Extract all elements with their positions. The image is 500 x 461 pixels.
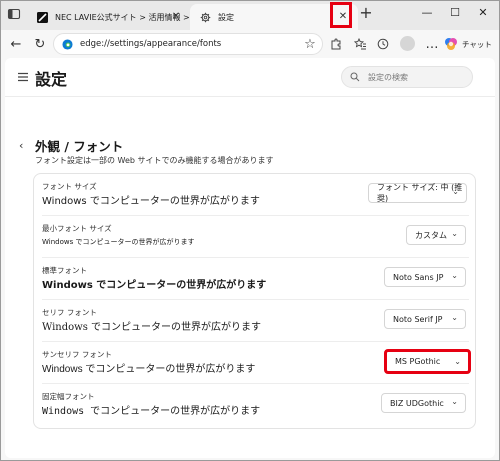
search-icon — [350, 72, 360, 82]
extensions-button[interactable] — [325, 33, 347, 55]
standard-font-row: 標準フォント Windows でコンピューターの世界が広がります Noto Sa… — [34, 258, 477, 300]
history-button[interactable] — [372, 33, 394, 55]
tab-nec-lavie[interactable]: NEC LAVIE公式サイト > 活用情報 > ✕ — [27, 4, 189, 30]
minimize-button[interactable]: — — [419, 5, 435, 21]
section-description: フォント設定は一部の Web サイトでのみ機能する場合があります — [35, 156, 274, 165]
page-title: 設定 — [35, 70, 68, 89]
font-sample: Windows でコンピューターの世界が広がります — [42, 280, 267, 291]
select-value: Noto Sans JP — [393, 272, 444, 282]
close-tab-icon[interactable]: ✕ — [169, 10, 183, 24]
chevron-down-icon: ⌄ — [452, 187, 459, 196]
close-window-button[interactable]: ✕ — [475, 5, 491, 21]
chevron-down-icon: ⌄ — [451, 271, 458, 280]
settings-search-input[interactable]: 設定の検索 — [341, 66, 473, 88]
new-tab-button[interactable]: + — [357, 5, 375, 23]
history-icon — [377, 38, 389, 50]
minimum-font-size-row: 最小フォント サイズ Windows でコンピューターの世界が広がります カスタ… — [34, 216, 477, 258]
edge-logo-icon — [62, 38, 73, 50]
font-sample: Windows でコンピューターの世界が広がります — [42, 406, 261, 417]
refresh-button[interactable]: ↻ — [29, 33, 51, 55]
settings-more-button[interactable]: … — [421, 33, 443, 55]
nec-favicon-icon — [37, 11, 48, 23]
chevron-down-icon: ⌄ — [454, 357, 461, 366]
fonts-card: フォント サイズ Windows でコンピューターの世界が広がります フォント … — [33, 173, 476, 429]
maximize-button[interactable]: ☐ — [447, 5, 463, 21]
back-chevron-icon[interactable]: ‹ — [19, 139, 23, 152]
browser-toolbar: ← ↻ edge://settings/appearance/fonts ☆ … — [1, 30, 499, 58]
profile-avatar[interactable] — [400, 36, 415, 51]
font-sample: Windows でコンピューターの世界が広がります — [42, 364, 256, 375]
favorite-star-icon[interactable]: ☆ — [299, 33, 321, 55]
select-value: BIZ UDGothic — [390, 398, 444, 408]
chevron-down-icon: ⌄ — [451, 397, 458, 406]
section-title: 外観 / フォント — [35, 139, 124, 154]
url-text: edge://settings/appearance/fonts — [80, 39, 222, 49]
chevron-down-icon: ⌄ — [451, 313, 458, 322]
font-sample: Windows でコンピューターの世界が広がります — [42, 322, 262, 333]
serif-font-select[interactable]: Noto Serif JP ⌄ — [384, 309, 466, 329]
fixed-width-font-row: 固定幅フォント Windows でコンピューターの世界が広がります BIZ UD… — [34, 384, 477, 426]
select-value: Noto Serif JP — [393, 314, 443, 324]
font-size-select[interactable]: フォント サイズ: 中 (推奨) ⌄ — [368, 183, 467, 203]
chevron-down-icon: ⌄ — [451, 229, 458, 238]
standard-font-select[interactable]: Noto Sans JP ⌄ — [384, 267, 466, 287]
settings-page: 設定 設定の検索 ‹ 外観 / フォント フォント設定は一部の Web サイトで… — [5, 58, 495, 458]
gear-icon — [200, 12, 211, 22]
favorites-list-icon — [353, 38, 366, 50]
font-sample: Windows でコンピューターの世界が広がります — [42, 196, 260, 207]
header-divider — [5, 96, 495, 97]
address-bar[interactable]: edge://settings/appearance/fonts — [53, 33, 323, 55]
favorites-button[interactable] — [349, 33, 371, 55]
copilot-icon — [445, 38, 457, 50]
serif-font-row: セリフ フォント Windows でコンピューターの世界が広がります Noto … — [34, 300, 477, 342]
row-label: フォント サイズ — [42, 182, 97, 191]
sans-serif-font-select[interactable]: MS PGothic ⌄ — [384, 349, 471, 374]
select-value: カスタム — [415, 230, 447, 240]
row-label: 最小フォント サイズ — [42, 224, 112, 233]
minimum-font-size-select[interactable]: カスタム ⌄ — [406, 225, 466, 245]
font-sample: Windows でコンピューターの世界が広がります — [42, 238, 195, 246]
row-label: 標準フォント — [42, 266, 87, 275]
sans-serif-font-row: サンセリフ フォント Windows でコンピューターの世界が広がります MS … — [34, 342, 477, 384]
tab-strip: NEC LAVIE公式サイト > 活用情報 > ✕ 設定 ✕ + — ☐ ✕ — [1, 1, 499, 30]
highlight-close-tab — [330, 2, 352, 28]
tab-actions-icon[interactable] — [7, 7, 21, 21]
select-value: MS PGothic — [395, 357, 441, 366]
back-button[interactable]: ← — [5, 33, 27, 55]
search-placeholder: 設定の検索 — [368, 72, 408, 82]
row-label: セリフ フォント — [42, 308, 97, 317]
browser-window: NEC LAVIE公式サイト > 活用情報 > ✕ 設定 ✕ + — ☐ ✕ ←… — [0, 0, 500, 461]
hamburger-menu-icon[interactable] — [17, 71, 29, 83]
row-label: 固定幅フォント — [42, 392, 95, 401]
tab-title: 設定 — [218, 12, 234, 22]
puzzle-icon — [331, 38, 341, 50]
font-size-row: フォント サイズ Windows でコンピューターの世界が広がります フォント … — [34, 174, 477, 216]
copilot-chat-button[interactable]: チャット — [444, 34, 492, 54]
fixed-width-font-select[interactable]: BIZ UDGothic ⌄ — [381, 393, 466, 413]
row-label: サンセリフ フォント — [42, 350, 112, 359]
chat-label: チャット — [462, 39, 492, 49]
